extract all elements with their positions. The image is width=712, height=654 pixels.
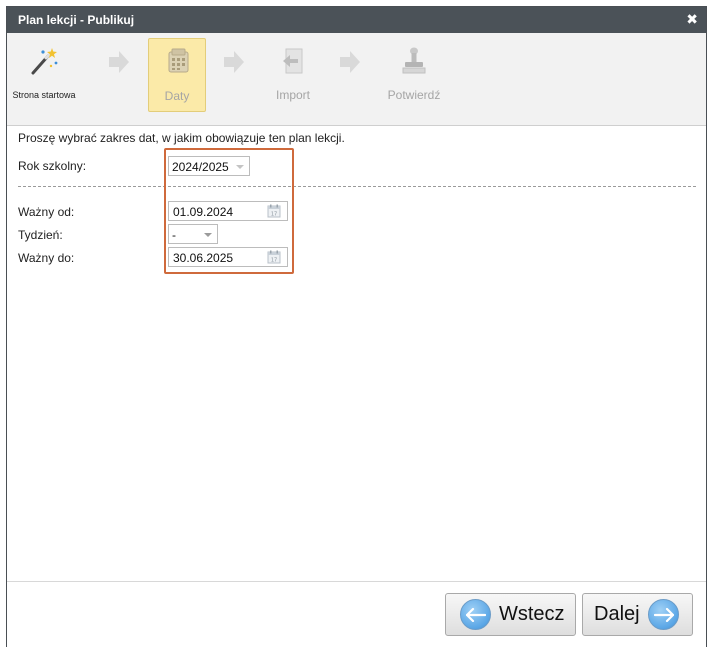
close-icon[interactable]: ✖ (686, 11, 698, 27)
week-label: Tydzień: (18, 228, 63, 242)
step-dates[interactable]: Daty (148, 38, 206, 112)
magic-wand-icon (31, 48, 58, 75)
chevron-down-icon (204, 233, 212, 237)
next-button-label: Dalej (594, 603, 640, 625)
publish-dialog: Plan lekcji - Publikuj ✖ Strona startowa (6, 6, 707, 647)
right-arrow-icon (340, 51, 360, 73)
next-button[interactable]: Dalej (582, 593, 693, 636)
week-select[interactable]: - (168, 224, 218, 244)
title-bar: Plan lekcji - Publikuj ✖ (7, 7, 706, 33)
valid-from-label: Ważny od: (18, 205, 75, 219)
valid-from-value: 01.09.2024 (173, 205, 234, 219)
step-label: Potwierdź (387, 88, 441, 102)
school-year-value: 2024/2025 (172, 160, 229, 174)
valid-from-field[interactable]: 01.09.2024 17 (168, 201, 288, 221)
step-confirm[interactable]: Potwierdź (385, 38, 443, 112)
school-year-select[interactable]: 2024/2025 (168, 156, 250, 176)
week-value: - (172, 228, 176, 242)
valid-to-value: 30.06.2025 (173, 251, 234, 265)
svg-text:17: 17 (271, 212, 277, 218)
import-icon (283, 48, 303, 74)
calendar-icon (168, 48, 189, 73)
step-import[interactable]: Import (264, 38, 322, 112)
back-button[interactable]: Wstecz (445, 593, 576, 636)
dialog-title: Plan lekcji - Publikuj (18, 13, 135, 27)
footer-bar: Wstecz Dalej (7, 581, 706, 647)
wizard-steps: Strona startowa Daty Import Potwierdź (7, 33, 706, 126)
right-arrow-icon (224, 51, 244, 73)
svg-text:17: 17 (271, 258, 277, 264)
back-button-label: Wstecz (499, 603, 565, 625)
valid-to-label: Ważny do: (18, 251, 75, 265)
left-arrow-icon (460, 599, 491, 630)
school-year-label: Rok szkolny: (18, 159, 87, 173)
right-arrow-icon (648, 599, 679, 630)
chevron-down-icon (236, 165, 244, 169)
step-label: Import (275, 88, 310, 102)
stamp-icon (402, 47, 426, 74)
right-arrow-icon (109, 51, 129, 73)
instructions-text: Proszę wybrać zakres dat, w jakim obowią… (18, 131, 345, 145)
divider (18, 186, 696, 187)
step-label: Strona startowa (12, 90, 76, 100)
calendar-picker-icon[interactable]: 17 (267, 204, 281, 218)
step-start-page[interactable]: Strona startowa (12, 38, 76, 112)
step-label: Daty (164, 89, 190, 103)
valid-to-field[interactable]: 30.06.2025 17 (168, 247, 288, 267)
calendar-picker-icon[interactable]: 17 (267, 250, 281, 264)
